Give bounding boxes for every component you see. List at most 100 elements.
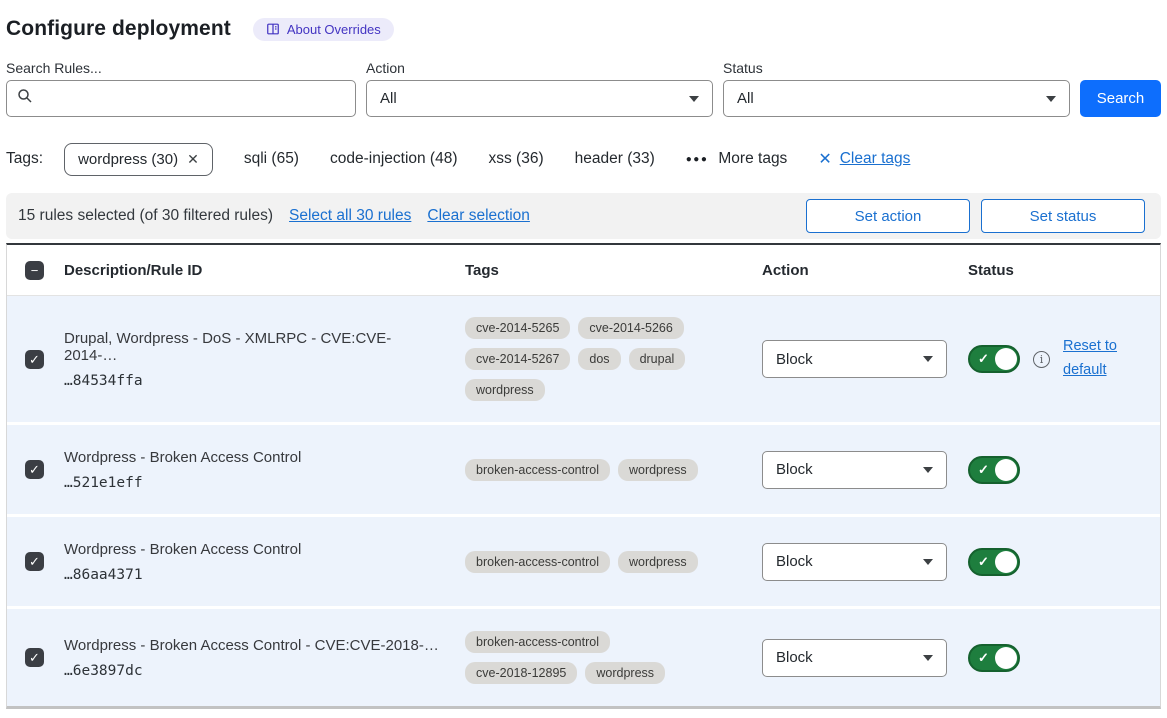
status-cell: ✓ [968, 456, 1160, 484]
tags-cell: broken-access-controlwordpress [465, 551, 727, 573]
tag-filter-sqli[interactable]: sqli (65) [244, 150, 299, 168]
action-cell: Block [762, 340, 968, 378]
action-filter-label: Action [366, 60, 713, 76]
table-header-row: − Description/Rule ID Tags Action Status [7, 245, 1160, 296]
tag-chip: wordpress [465, 379, 545, 401]
action-value: Block [776, 649, 813, 666]
tag-filter-header[interactable]: header (33) [575, 150, 655, 168]
toggle-knob [995, 551, 1017, 573]
rule-id: …86aa4371 [64, 567, 441, 583]
check-icon: ✓ [978, 650, 989, 666]
about-overrides-label: About Overrides [287, 22, 381, 37]
info-icon[interactable]: i [1033, 351, 1050, 368]
action-value: Block [776, 461, 813, 478]
selection-summary: 15 rules selected (of 30 filtered rules) [18, 207, 273, 225]
selected-tag-label: wordpress (30) [78, 151, 178, 168]
chevron-down-icon [923, 356, 933, 362]
action-value: Block [776, 351, 813, 368]
more-tags-label: More tags [718, 150, 787, 168]
status-cell: ✓ i Reset to default [968, 335, 1160, 383]
page-title: Configure deployment [6, 17, 231, 41]
tag-chip: dos [578, 348, 620, 370]
column-header-description: Description/Rule ID [64, 262, 465, 279]
action-select[interactable]: Block [762, 451, 947, 489]
status-filter-select[interactable]: All [723, 80, 1070, 117]
select-all-link[interactable]: Select all 30 rules [289, 207, 411, 225]
reset-to-default-link[interactable]: Reset to default [1063, 335, 1127, 383]
table-row: ✓ Wordpress - Broken Access Control - CV… [7, 606, 1160, 706]
action-cell: Block [762, 543, 968, 581]
status-toggle[interactable]: ✓ [968, 345, 1020, 373]
rules-table: − Description/Rule ID Tags Action Status… [6, 243, 1161, 709]
clear-tags-button[interactable]: ✕ Clear tags [818, 149, 910, 169]
tag-chip: cve-2014-5267 [465, 348, 570, 370]
tag-chip: drupal [629, 348, 686, 370]
action-select[interactable]: Block [762, 340, 947, 378]
tag-filter-code-injection[interactable]: code-injection (48) [330, 150, 458, 168]
action-select[interactable]: Block [762, 639, 947, 677]
tag-chip: broken-access-control [465, 551, 610, 573]
tag-chip: broken-access-control [465, 631, 610, 653]
tag-chip: broken-access-control [465, 459, 610, 481]
page-header: Configure deployment About Overrides [4, 12, 1163, 46]
clear-tags-icon: ✕ [818, 149, 831, 169]
chevron-down-icon [923, 559, 933, 565]
check-icon: ✓ [978, 554, 989, 570]
set-action-button[interactable]: Set action [806, 199, 970, 233]
clear-selection-link[interactable]: Clear selection [427, 207, 530, 225]
clear-tags-label: Clear tags [840, 150, 911, 168]
status-filter-field: Status All [723, 60, 1070, 117]
toggle-knob [995, 348, 1017, 370]
search-rules-input[interactable] [41, 90, 345, 107]
tag-filter-xss[interactable]: xss (36) [489, 150, 544, 168]
search-rules-field: Search Rules... [6, 60, 356, 117]
column-header-status: Status [968, 262, 1160, 279]
table-row: ✓ Wordpress - Broken Access Control …86a… [7, 514, 1160, 606]
tags-bar-label: Tags: [6, 150, 43, 168]
search-rules-label: Search Rules... [6, 60, 356, 76]
action-filter-field: Action All [366, 60, 713, 117]
set-status-button[interactable]: Set status [981, 199, 1145, 233]
status-toggle[interactable]: ✓ [968, 548, 1020, 576]
status-filter-label: Status [723, 60, 1070, 76]
check-icon: ✓ [978, 462, 989, 478]
rule-id: …84534ffa [64, 373, 441, 389]
row-checkbox[interactable]: ✓ [25, 460, 44, 479]
search-box[interactable] [6, 80, 356, 117]
selected-tag-wordpress[interactable]: wordpress (30) ✕ [64, 143, 213, 176]
chevron-down-icon [1046, 96, 1056, 102]
row-checkbox[interactable]: ✓ [25, 552, 44, 571]
select-all-checkbox[interactable]: − [25, 261, 44, 280]
rule-description: Wordpress - Broken Access Control - CVE:… [64, 637, 441, 654]
action-value: Block [776, 553, 813, 570]
column-header-action: Action [762, 262, 968, 279]
action-cell: Block [762, 639, 968, 677]
search-button[interactable]: Search [1080, 80, 1161, 117]
book-icon [266, 22, 280, 36]
description-cell: Wordpress - Broken Access Control …86aa4… [64, 541, 465, 583]
check-icon: ✓ [978, 351, 989, 367]
row-checkbox[interactable]: ✓ [25, 350, 44, 369]
tags-cell: broken-access-control wordpress [465, 459, 727, 481]
filter-row: Search Rules... Action All Status [4, 60, 1163, 117]
action-cell: Block [762, 451, 968, 489]
status-cell: ✓ [968, 644, 1160, 672]
description-cell: Wordpress - Broken Access Control - CVE:… [64, 637, 465, 679]
tags-cell: broken-access-control cve-2018-12895 wordp… [465, 631, 727, 684]
status-cell: ✓ [968, 548, 1160, 576]
remove-tag-icon[interactable]: ✕ [187, 151, 199, 168]
status-filter-value: All [737, 90, 754, 107]
tag-chip: wordpress [585, 662, 665, 684]
action-select[interactable]: Block [762, 543, 947, 581]
about-overrides-badge[interactable]: About Overrides [253, 18, 394, 41]
more-tags-button[interactable]: ●●● More tags [686, 150, 788, 168]
chevron-down-icon [923, 467, 933, 473]
status-toggle[interactable]: ✓ [968, 644, 1020, 672]
rule-description: Wordpress - Broken Access Control [64, 541, 441, 558]
rule-description: Wordpress - Broken Access Control [64, 449, 441, 466]
action-filter-select[interactable]: All [366, 80, 713, 117]
row-checkbox[interactable]: ✓ [25, 648, 44, 667]
tag-chip: wordpress [618, 459, 698, 481]
status-toggle[interactable]: ✓ [968, 456, 1020, 484]
tag-chip: cve-2018-12895 [465, 662, 577, 684]
